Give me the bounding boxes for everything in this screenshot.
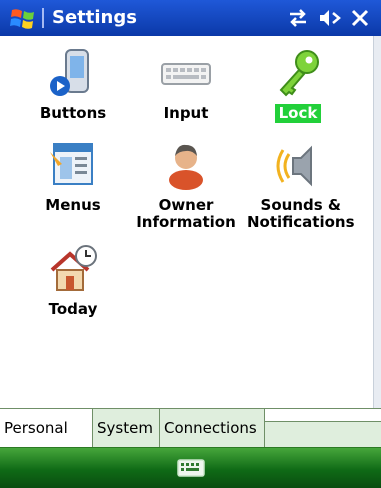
settings-item-menus[interactable]: Menus [18,140,128,215]
settings-item-label: Lock [274,104,322,123]
settings-item-owner-information[interactable]: Owner Information [131,140,241,232]
speaker-icon [276,145,312,187]
device-buttons-icon [50,49,89,96]
content-scrollbar[interactable] [373,36,381,408]
tab-strip-filler [265,421,381,448]
keyboard-icon[interactable] [176,457,206,479]
menu-bar [0,447,381,488]
settings-item-buttons[interactable]: Buttons [18,48,128,123]
window-title: Settings [52,7,137,28]
title-bar: Settings [0,0,381,36]
settings-item-sounds-notifications[interactable]: Sounds & Notifications [243,140,355,232]
tab-connections[interactable]: Connections [160,409,265,447]
title-separator [42,8,44,28]
tab-personal[interactable]: Personal [0,409,93,447]
settings-item-label: Owner Information [136,196,236,231]
settings-item-label: Today [48,300,98,318]
settings-item-label: Buttons [39,104,107,122]
menus-icon [50,143,93,185]
volume-icon[interactable] [318,7,342,29]
key-icon [279,50,319,97]
keyboard-icon [161,63,211,85]
settings-item-input[interactable]: Input [131,48,241,123]
home-clock-icon [50,245,97,291]
tab-strip: Personal System Connections [0,408,381,448]
settings-item-label: Menus [45,196,101,214]
tab-system[interactable]: System [93,409,160,447]
windows-start-icon[interactable] [10,6,36,30]
settings-content: Buttons Input Lock Menus Owner Informati… [0,36,373,408]
settings-item-lock[interactable]: Lock [243,48,353,123]
settings-item-today[interactable]: Today [18,244,128,319]
close-icon[interactable] [348,7,372,29]
owner-icon [169,144,203,190]
connectivity-icon[interactable] [286,7,310,29]
settings-item-label: Input [163,104,209,122]
settings-item-label: Sounds & Notifications [247,196,355,231]
